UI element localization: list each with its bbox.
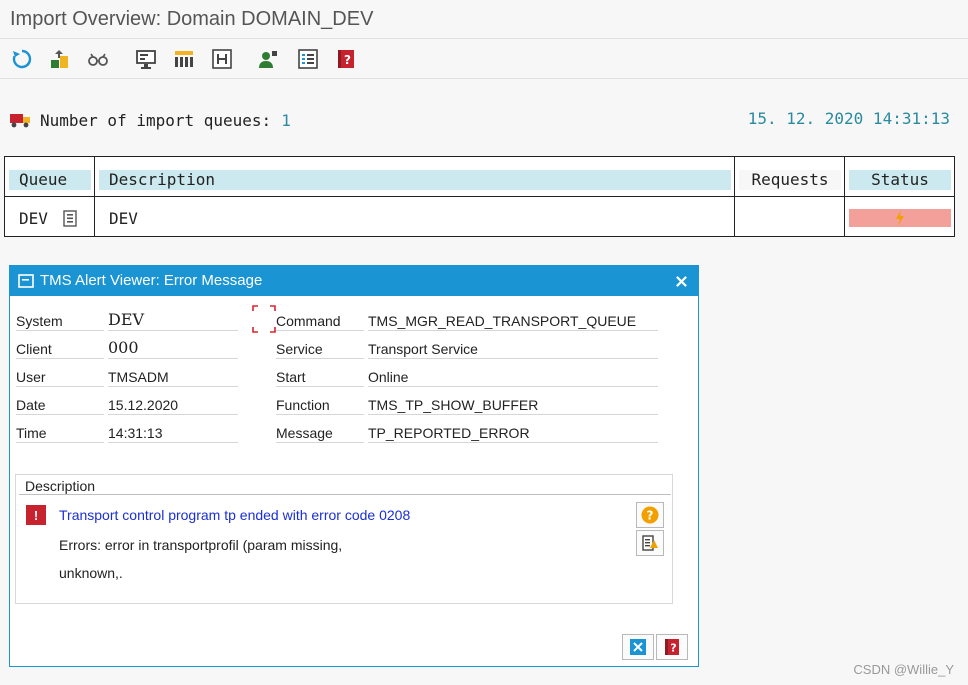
technical-info-button[interactable] — [636, 530, 664, 556]
queue-header[interactable]: Queue — [9, 170, 91, 190]
error-detail-line-1: Errors: error in transportprofil (param … — [59, 537, 343, 553]
start-label: Start — [276, 365, 364, 387]
error-dialog: TMS Alert Viewer: Error Message System D… — [9, 265, 699, 667]
status-cell[interactable] — [849, 209, 951, 227]
error-icon: ! — [26, 505, 46, 525]
date-value: 15.12.2020 — [108, 393, 238, 415]
close-button[interactable] — [622, 634, 654, 660]
focus-indicator — [252, 305, 276, 333]
truck-icon — [10, 114, 30, 128]
svg-text:?: ? — [670, 642, 676, 655]
date-label: Date — [16, 393, 104, 415]
user-value: TMSADM — [108, 365, 238, 387]
document-icon[interactable] — [63, 210, 77, 227]
history-icon[interactable] — [210, 47, 234, 71]
help-button[interactable]: ? — [636, 502, 664, 528]
command-label: Command — [276, 309, 364, 331]
queue-table: Queue Description Requests Status DEV DE… — [4, 156, 955, 237]
message-value: TP_REPORTED_ERROR — [368, 421, 658, 443]
command-value: TMS_MGR_READ_TRANSPORT_QUEUE — [368, 309, 658, 331]
document-warning-icon — [642, 535, 658, 551]
queue-cell[interactable]: DEV — [19, 209, 48, 228]
close-x-icon — [630, 639, 646, 655]
description-column — [95, 157, 735, 236]
display-glasses-icon[interactable] — [86, 47, 110, 71]
function-label: Function — [276, 393, 364, 415]
error-detail-line-2: unknown,. — [59, 565, 123, 581]
client-label: Client — [16, 337, 104, 359]
service-label: Service — [276, 337, 364, 359]
watermark: CSDN @Willie_Y — [853, 662, 954, 677]
system-value: DEV — [108, 309, 238, 331]
help-book-icon[interactable]: ? — [334, 47, 358, 71]
client-value: 000 — [108, 337, 238, 359]
import-queue-label: Number of import queues: — [40, 110, 272, 130]
question-icon: ? — [641, 506, 659, 524]
help-book-icon: ? — [665, 639, 679, 655]
queue-grid-icon[interactable] — [172, 47, 196, 71]
requests-header[interactable]: Requests — [739, 170, 841, 190]
service-value: Transport Service — [368, 337, 658, 359]
system-label: System — [16, 309, 104, 331]
import-queue-count: 1 — [281, 110, 291, 130]
requests-column — [735, 157, 845, 236]
window-title: Import Overview: Domain DOMAIN_DEV — [10, 8, 374, 30]
function-value: TMS_TP_SHOW_BUFFER — [368, 393, 658, 415]
monitor-icon[interactable] — [134, 47, 158, 71]
import-queue-summary: Number of import queues: 1 — [10, 109, 291, 131]
svg-text:?: ? — [344, 53, 351, 67]
refresh-icon[interactable] — [10, 47, 34, 71]
message-label: Message — [276, 421, 364, 443]
dialog-header: TMS Alert Viewer: Error Message — [10, 266, 698, 296]
status-header[interactable]: Status — [849, 170, 951, 190]
time-label: Time — [16, 421, 104, 443]
help-book-button[interactable]: ? — [656, 634, 688, 660]
window-icon — [18, 274, 34, 288]
error-title[interactable]: Transport control program tp ended with … — [59, 507, 410, 523]
time-value: 14:31:13 — [108, 421, 238, 443]
description-header[interactable]: Description — [99, 170, 731, 190]
description-cell: DEV — [109, 209, 138, 228]
list-icon[interactable] — [296, 47, 320, 71]
dialog-title: TMS Alert Viewer: Error Message — [40, 272, 263, 289]
title-bar: Import Overview: Domain DOMAIN_DEV — [0, 0, 968, 39]
toolbar: ? — [0, 39, 968, 79]
description-box: Description ! Transport control program … — [15, 474, 673, 604]
import-queue-icon[interactable] — [48, 47, 72, 71]
description-label: Description — [19, 477, 671, 495]
svg-text:?: ? — [647, 509, 654, 523]
close-icon[interactable] — [672, 272, 690, 290]
timestamp: 15. 12. 2020 14:31:13 — [747, 109, 950, 128]
user-label: User — [16, 365, 104, 387]
user-settings-icon[interactable] — [256, 47, 280, 71]
lightning-icon — [896, 210, 904, 226]
start-value: Online — [368, 365, 658, 387]
